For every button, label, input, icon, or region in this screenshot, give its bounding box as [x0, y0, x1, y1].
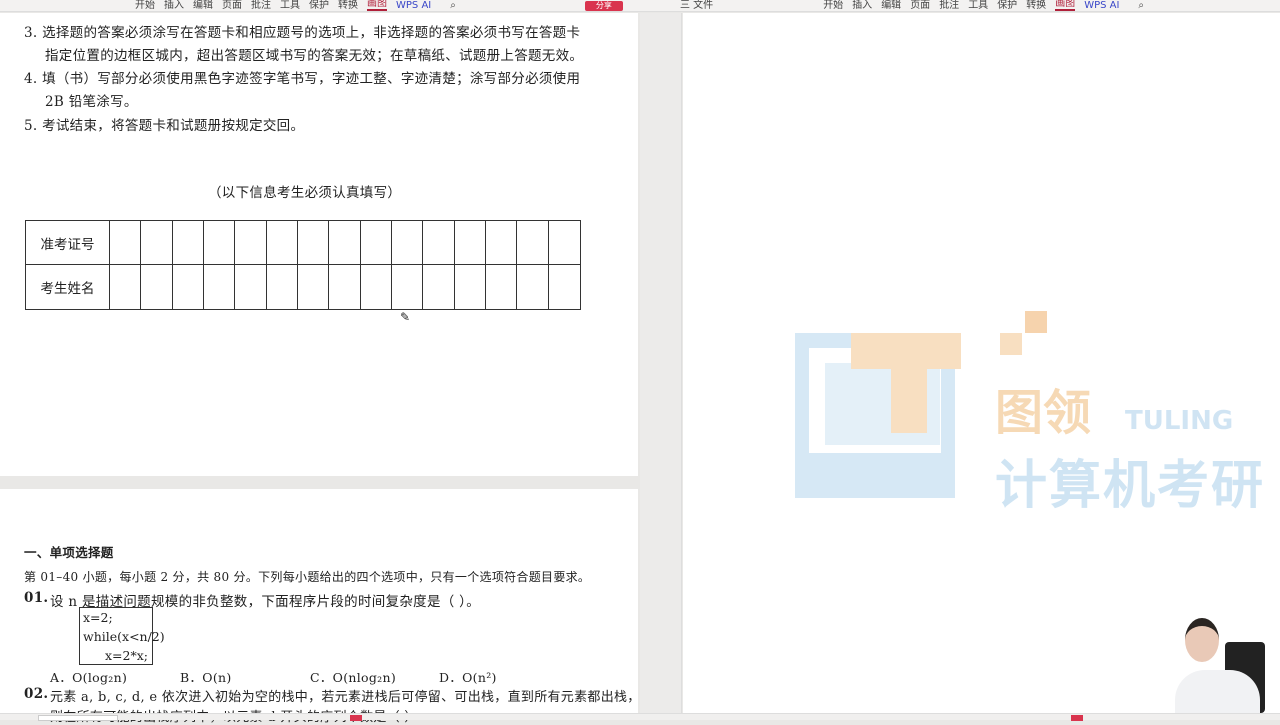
info-cell [517, 221, 549, 265]
info-cell [329, 221, 361, 265]
watermark-en: TULING [1125, 406, 1234, 436]
q1-option-d: D．O(n²) [439, 670, 497, 685]
q1-option-b: B．O(n) [180, 670, 232, 685]
info-cell [266, 221, 298, 265]
tab-7[interactable]: 转换 [1026, 1, 1046, 11]
search-icon[interactable]: ⌕ [450, 1, 456, 11]
info-cell [392, 265, 424, 309]
info-cell [361, 265, 392, 309]
info-cell [423, 265, 455, 309]
info-cell [235, 221, 267, 265]
code-line: x=2; [83, 610, 113, 625]
share-button[interactable]: 分享 [584, 1, 623, 11]
info-cell [517, 265, 549, 309]
tab-0[interactable]: 开始 [135, 1, 155, 11]
note-3: 3. 选择题的答案必须涂写在答题卡和相应题号的选项上，非选择题的答案必须书写在答… [24, 25, 581, 41]
info-cell [548, 221, 580, 265]
tuling-logo: 图领 TULING 计算机考研 [795, 308, 1265, 516]
toolbar-right: 三 文件 开始 插入 编辑 页面 批注 工具 保护 转换 画图 WPS AI ⌕ [660, 0, 1280, 12]
toolbar-left: 开始 插入 编辑 页面 批注 工具 保护 转换 画图 WPS AI ⌕ 分享 [0, 0, 660, 12]
info-cell [298, 221, 330, 265]
info-row-label: 考生姓名 [26, 265, 110, 309]
info-cell [549, 265, 580, 309]
q1-number: 01. [24, 590, 49, 606]
red-mode-icon-right[interactable] [1071, 715, 1083, 721]
tab-2[interactable]: 编辑 [193, 1, 213, 11]
info-cell [110, 265, 142, 309]
code-line: x=2*x; [105, 648, 148, 663]
info-cell [392, 221, 424, 265]
info-cell [454, 221, 486, 265]
q1-option-c: C．O(nlog₂n) [310, 670, 397, 685]
info-cell [204, 221, 236, 265]
info-cell [267, 265, 298, 309]
note-5: 5. 考试结束，将答题卡和试题册按规定交回。 [24, 118, 305, 134]
tab-5[interactable]: 工具 [968, 1, 988, 11]
info-cell [204, 265, 236, 309]
info-cell [172, 221, 204, 265]
info-cell [360, 221, 392, 265]
red-mode-icon[interactable] [350, 715, 362, 721]
tab-6[interactable]: 保护 [997, 1, 1017, 11]
tab-draw[interactable]: 画图 [367, 0, 387, 11]
note-3-cont: 指定位置的边框区城内，超出答题区域书写的答案无效；在草稿纸、试题册上答题无效。 [45, 48, 584, 64]
info-cell [423, 221, 455, 265]
info-cell [486, 221, 518, 265]
document-page-2: 一、单项选择题 第 01–40 小题，每小题 2 分，共 80 分。下列每小题给… [0, 489, 641, 725]
info-title: （以下信息考生必须认真填写） [208, 185, 402, 201]
tab-2[interactable]: 编辑 [881, 1, 901, 11]
info-cell [141, 265, 173, 309]
pen-cursor-icon: ✎ [400, 310, 411, 324]
tab-3[interactable]: 页面 [910, 1, 930, 11]
q1-code-box: x=2; while(x<n/2) x=2*x; [79, 607, 165, 665]
wps-ai-button[interactable]: WPS AI [1084, 1, 1119, 11]
page-indicator-input[interactable] [38, 715, 118, 721]
tab-4[interactable]: 批注 [251, 1, 271, 11]
wps-ai-button[interactable]: WPS AI [396, 1, 431, 11]
search-icon[interactable]: ⌕ [1138, 1, 1144, 11]
q1-option-a: A．O(log₂n) [50, 670, 128, 685]
section-intro: 第 01–40 小题，每小题 2 分，共 80 分。下列每小题给出的四个选项中，… [24, 570, 591, 584]
tab-5[interactable]: 工具 [280, 1, 300, 11]
watermark-cn: 图领 [995, 385, 1092, 441]
tab-4[interactable]: 批注 [939, 1, 959, 11]
info-cell [486, 265, 518, 309]
status-bar [0, 713, 1280, 721]
info-cell [329, 265, 361, 309]
q2-number: 02. [24, 686, 49, 702]
q2-text: 元素 a, b, c, d, e 依次进入初始为空的栈中，若元素进栈后可停留、可… [50, 690, 641, 705]
webcam-presenter [1165, 610, 1280, 713]
tab-6[interactable]: 保护 [309, 1, 329, 11]
note-4: 4. 填（书）写部分必须使用黑色字迹签字笔书写，字迹工整、字迹清楚；涂写部分必须… [24, 71, 581, 87]
info-cell [141, 221, 173, 265]
file-menu[interactable]: 三 文件 [680, 1, 713, 11]
info-row-label: 准考证号 [26, 221, 110, 265]
note-4-cont: 2B 铅笔涂写。 [45, 94, 138, 110]
tab-3[interactable]: 页面 [222, 1, 242, 11]
info-cell [110, 221, 142, 265]
tab-7[interactable]: 转换 [338, 1, 358, 11]
info-cell [455, 265, 486, 309]
candidate-info-table: 准考证号 考生姓名 [25, 220, 581, 310]
info-cell [235, 265, 267, 309]
code-line: while(x<n/2) [83, 629, 165, 644]
right-pane-strip [640, 13, 682, 713]
info-cell [298, 265, 330, 309]
tab-0[interactable]: 开始 [823, 1, 843, 11]
tab-1[interactable]: 插入 [852, 1, 872, 11]
section-title: 一、单项选择题 [24, 545, 114, 560]
watermark-sub: 计算机考研 [995, 456, 1266, 516]
info-cell [173, 265, 204, 309]
tab-draw[interactable]: 画图 [1055, 0, 1076, 11]
tab-1[interactable]: 插入 [164, 1, 184, 11]
